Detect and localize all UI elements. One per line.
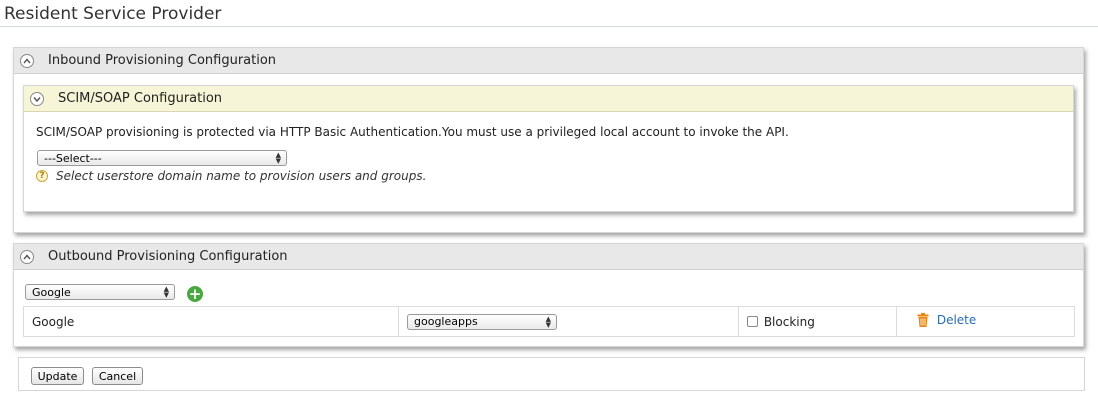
- connector-table: Google googleapps ▲ ▼ Blocking Delete: [23, 306, 1075, 337]
- trash-icon[interactable]: [917, 313, 929, 330]
- scim-soap-panel-header[interactable]: SCIM/SOAP Configuration: [24, 86, 1073, 112]
- help-icon: ?: [36, 170, 48, 182]
- userstore-hint: Select userstore domain name to provisio…: [56, 169, 427, 183]
- delete-link[interactable]: Delete: [937, 313, 976, 327]
- userstore-domain-select[interactable]: ---Select--- ▲ ▼: [37, 150, 287, 166]
- scim-soap-panel: SCIM/SOAP Configuration: [23, 85, 1074, 212]
- connector-type-select[interactable]: googleapps ▲ ▼: [407, 313, 557, 330]
- select-arrows-icon: ▲ ▼: [545, 314, 551, 329]
- blocking-checkbox[interactable]: [747, 315, 758, 327]
- identity-provider-select[interactable]: Google ▲ ▼: [25, 284, 175, 300]
- table-row: Google googleapps ▲ ▼ Blocking Delete: [23, 306, 1075, 337]
- outbound-panel-title: Outbound Provisioning Configuration: [48, 249, 288, 264]
- select-arrows-icon: ▲ ▼: [275, 151, 281, 165]
- page-title: Resident Service Provider: [4, 4, 222, 24]
- blocking-cell: Blocking: [738, 306, 897, 337]
- title-divider: [0, 26, 1098, 27]
- collapse-up-icon[interactable]: [20, 53, 34, 68]
- scim-soap-description: SCIM/SOAP provisioning is protected via …: [36, 125, 789, 139]
- delete-cell: Delete: [896, 306, 1075, 337]
- connector-select-cell: googleapps ▲ ▼: [398, 306, 739, 337]
- inbound-panel-title: Inbound Provisioning Configuration: [48, 53, 277, 68]
- blocking-label: Blocking: [763, 314, 815, 329]
- expand-down-icon[interactable]: [30, 91, 44, 106]
- identity-provider-select-value: Google: [32, 285, 71, 299]
- cancel-button[interactable]: Cancel: [92, 367, 143, 385]
- connector-idp-name: Google: [23, 306, 399, 337]
- select-arrows-icon: ▲ ▼: [163, 285, 169, 299]
- update-button[interactable]: Update: [31, 367, 84, 385]
- outbound-panel-header[interactable]: Outbound Provisioning Configuration: [14, 244, 1083, 270]
- inbound-panel-header[interactable]: Inbound Provisioning Configuration: [14, 48, 1083, 74]
- collapse-up-icon[interactable]: [20, 249, 34, 264]
- userstore-domain-select-value: ---Select---: [44, 151, 102, 165]
- scim-soap-panel-title: SCIM/SOAP Configuration: [58, 91, 223, 106]
- connector-type-select-value: googleapps: [414, 315, 478, 328]
- add-icon[interactable]: +: [187, 286, 203, 302]
- actions-bar: [18, 357, 1085, 391]
